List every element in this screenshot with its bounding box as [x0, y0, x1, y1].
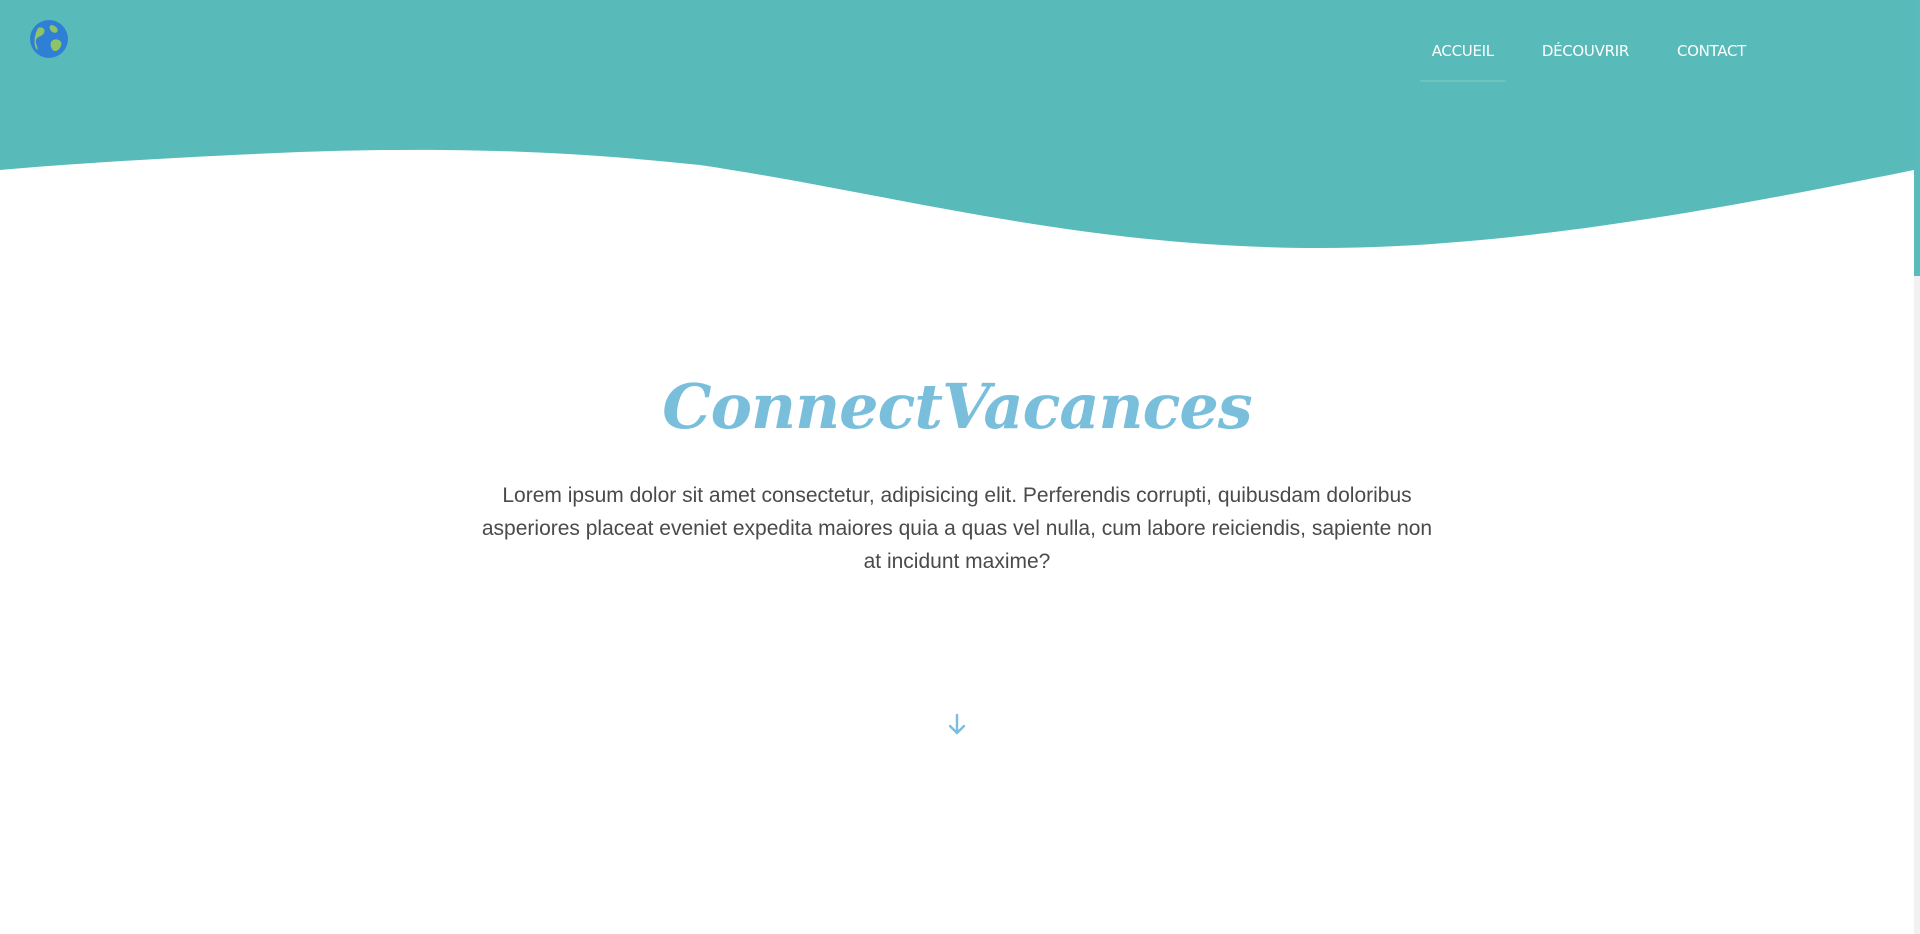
nav-link-decouvrir[interactable]: DÉCOUVRIR: [1530, 38, 1641, 60]
page-scrollbar[interactable]: [1914, 0, 1920, 934]
page: ACCUEIL DÉCOUVRIR CONTACT ConnectVacance…: [0, 0, 1920, 934]
nav-link-accueil[interactable]: ACCUEIL: [1419, 38, 1506, 82]
scrollbar-thumb[interactable]: [1914, 0, 1920, 276]
hero-description: Lorem ipsum dolor sit amet consectetur, …: [481, 484, 1433, 573]
hero-section: ConnectVacances Lorem ipsum dolor sit am…: [0, 370, 1914, 578]
main-nav: ACCUEIL DÉCOUVRIR CONTACT: [1396, 38, 1758, 82]
globe-icon[interactable]: [28, 18, 70, 60]
hero-title: ConnectVacances: [662, 370, 1252, 443]
nav-link-contact[interactable]: CONTACT: [1665, 38, 1758, 60]
arrow-down-icon[interactable]: [946, 712, 968, 738]
